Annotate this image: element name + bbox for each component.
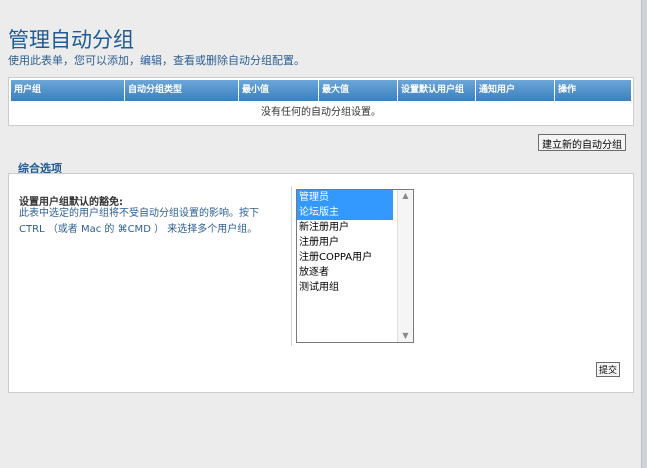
- group-option[interactable]: 注册COPPA用户: [297, 250, 393, 265]
- group-option[interactable]: 测试用组: [297, 280, 393, 295]
- exempt-groups-description: 此表中选定的用户组将不受自动分组设置的影响。按下 CTRL （或者 Mac 的 …: [19, 208, 259, 235]
- autogroup-table-panel: 用户组 自动分组类型 最小值 最大值 设置默认用户组 通知用户 操作 没有任何的自动分组设置…: [8, 77, 634, 126]
- scroll-up-icon[interactable]: ▲: [402, 190, 408, 202]
- submit-button[interactable]: 提交: [596, 362, 621, 377]
- column-header: 用户组: [11, 80, 125, 101]
- column-header: 最小值: [239, 80, 319, 101]
- column-header: 最大值: [319, 80, 398, 101]
- scroll-down-icon[interactable]: ▼: [402, 330, 408, 342]
- column-header: 设置默认用户组: [398, 80, 476, 101]
- general-options-panel: 设置用户组默认的豁免: 此表中选定的用户组将不受自动分组设置的影响。按下 CTR…: [8, 173, 634, 393]
- column-header: 通知用户: [476, 80, 555, 101]
- empty-table-message: 没有任何的自动分组设置。: [261, 107, 381, 118]
- group-option[interactable]: 论坛版主: [297, 205, 393, 220]
- page-title: 管理自动分组: [8, 28, 134, 52]
- group-option[interactable]: 新注册用户: [297, 220, 393, 235]
- table-header: 用户组 自动分组类型 最小值 最大值 设置默认用户组 通知用户 操作: [11, 80, 631, 101]
- window-right-border: [641, 0, 647, 468]
- group-option[interactable]: 注册用户: [297, 235, 393, 250]
- group-option[interactable]: 管理员: [297, 190, 393, 205]
- listbox-scrollbar[interactable]: ▲ ▼: [397, 190, 413, 342]
- exempt-groups-select[interactable]: 管理员 论坛版主 新注册用户 注册用户 注册COPPA用户 放逐者 测试用组 ▲ ▼: [296, 189, 414, 343]
- group-option[interactable]: 放逐者: [297, 265, 393, 280]
- page-description: 使用此表单，您可以添加，编辑，查看或删除自动分组配置。: [8, 54, 305, 67]
- column-divider: [291, 186, 292, 346]
- group-options: 管理员 论坛版主 新注册用户 注册用户 注册COPPA用户 放逐者 测试用组: [297, 190, 413, 295]
- create-autogroup-button[interactable]: 建立新的自动分组: [538, 134, 626, 151]
- column-header: 自动分组类型: [125, 80, 239, 101]
- column-header: 操作: [558, 85, 577, 95]
